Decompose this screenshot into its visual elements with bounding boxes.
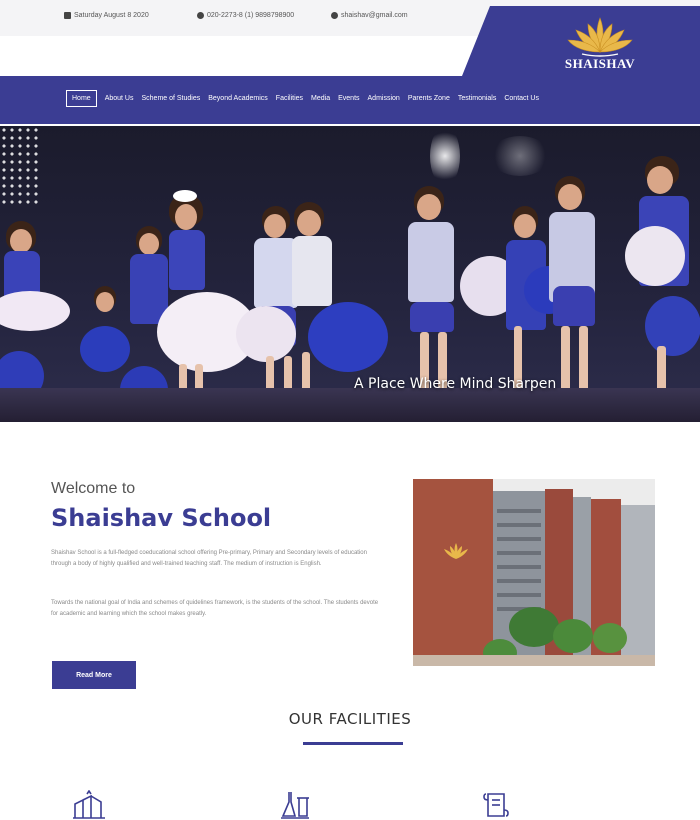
brand-name: SHAISHAV <box>564 56 636 71</box>
nav-item-facilities[interactable]: Facilities <box>272 90 307 107</box>
nav-item-testimonials[interactable]: Testimonials <box>454 90 501 107</box>
calendar-icon <box>64 12 71 19</box>
lotus-icon <box>567 17 633 57</box>
nav-item-contact-us[interactable]: Contact Us <box>500 90 543 107</box>
ground <box>413 655 655 666</box>
nav-item-admission[interactable]: Admission <box>364 90 404 107</box>
welcome-paragraph: Shaishav School is a full-fledged coeduc… <box>51 550 367 567</box>
phone-info[interactable]: 020-2273-8 (1) 9898798900 <box>197 12 294 19</box>
email-text[interactable]: shaishav@gmail.com <box>341 12 408 19</box>
nav-item-home[interactable]: Home <box>66 90 97 107</box>
school-building-image <box>413 479 655 666</box>
facilities-title: OUR FACILITIES <box>288 710 412 728</box>
stage-lights <box>0 126 40 206</box>
nav-item-parents-zone[interactable]: Parents Zone <box>404 90 454 107</box>
science-lab-icon <box>281 792 309 819</box>
date-text: Saturday August 8 2020 <box>74 12 149 19</box>
building-windows <box>497 509 541 513</box>
site-logo[interactable]: SHAISHAV <box>560 14 640 74</box>
tree <box>509 607 559 647</box>
spotlight <box>490 136 550 176</box>
main-navigation: Home About Us Scheme of Studies Beyond A… <box>0 76 700 124</box>
welcome-paragraph: Towards the national goal of India and s… <box>51 600 379 617</box>
welcome-pretitle: Welcome to <box>51 480 136 497</box>
welcome-title: Shaishav School <box>51 504 272 532</box>
nav-item-about-us[interactable]: About Us <box>101 90 138 107</box>
library-icon <box>73 790 105 819</box>
tree <box>553 619 593 653</box>
nav-item-scheme-of-studies[interactable]: Scheme of Studies <box>137 90 204 107</box>
nav-item-beyond-academics[interactable]: Beyond Academics <box>204 90 272 107</box>
building-wing <box>413 479 493 666</box>
date-info: Saturday August 8 2020 <box>64 12 149 19</box>
phone-text[interactable]: 020-2273-8 (1) 9898798900 <box>207 12 294 19</box>
read-more-button[interactable]: Read More <box>52 661 136 689</box>
email-icon <box>331 12 338 19</box>
phone-icon <box>197 12 204 19</box>
scroll-icon <box>483 793 509 817</box>
facilities-underline <box>303 742 403 745</box>
spotlight <box>430 126 460 186</box>
hero-caption: A Place Where Mind Sharpen <box>354 376 557 392</box>
nav-item-events[interactable]: Events <box>334 90 363 107</box>
hero-banner: A Place Where Mind Sharpen <box>0 126 700 422</box>
school-emblem-icon <box>444 543 468 559</box>
email-info[interactable]: shaishav@gmail.com <box>331 12 408 19</box>
nav-item-media[interactable]: Media <box>307 90 334 107</box>
stage-floor <box>0 388 700 422</box>
tree <box>593 623 627 653</box>
